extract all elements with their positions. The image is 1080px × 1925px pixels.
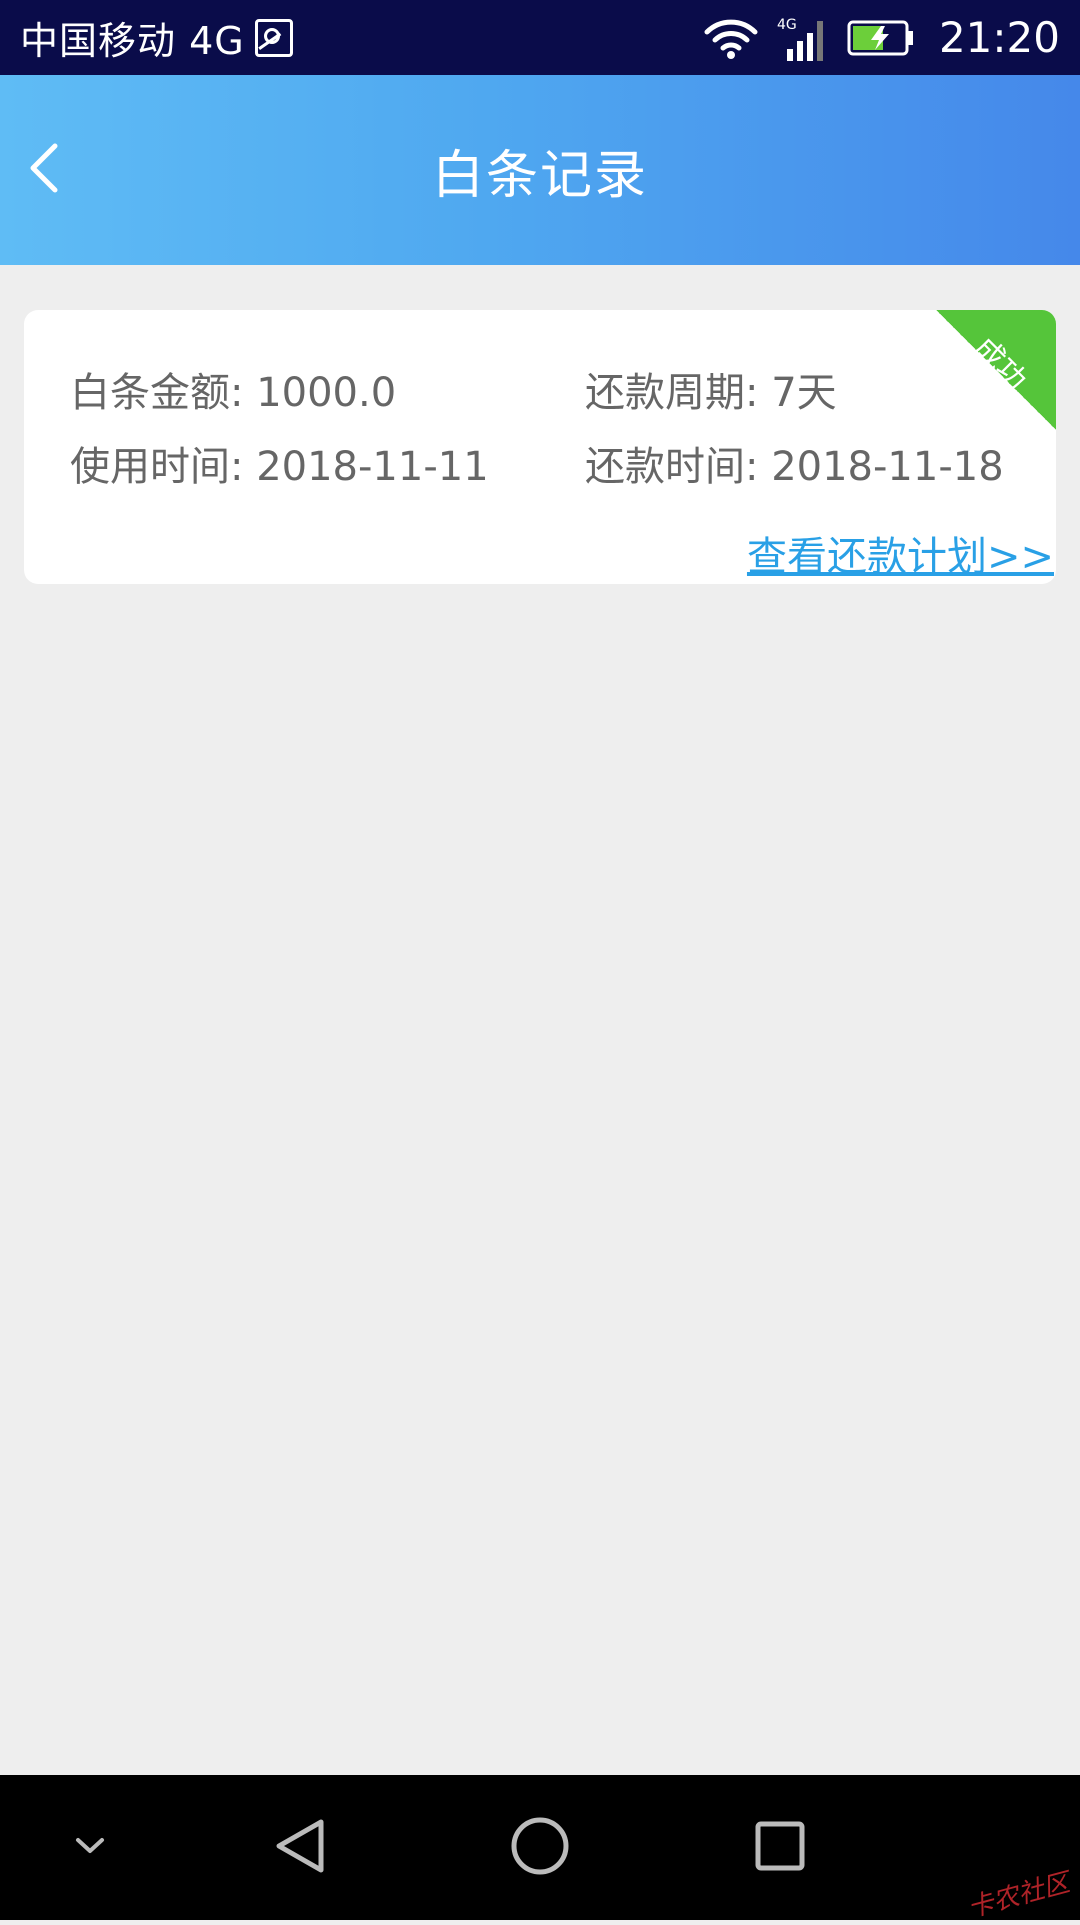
status-left: 中国移动 4G — [20, 10, 293, 65]
use-time-text: 使用时间: 2018-11-11 — [70, 444, 489, 490]
nav-recents-button[interactable] — [754, 1820, 806, 1876]
battery-icon — [847, 20, 915, 56]
record-card: 成功 白条金额: 1000.0 还款周期: 7天 使用时间: 2018-11-1… — [24, 310, 1056, 584]
nav-home-button[interactable] — [510, 1816, 570, 1880]
collapse-icon — [74, 1836, 106, 1860]
period-text: 还款周期: 7天 — [585, 370, 837, 416]
carrier-label: 中国移动 4G — [20, 19, 245, 63]
record-info: 白条金额: 1000.0 还款周期: 7天 使用时间: 2018-11-11 还… — [70, 352, 1010, 500]
app-header: 白条记录 — [0, 75, 1080, 265]
recents-square-icon — [754, 1820, 806, 1876]
amount-text: 白条金额: 1000.0 — [70, 370, 397, 416]
gallery-icon — [254, 18, 293, 57]
status-bar: 中国移动 4G 4G 21:20 — [0, 0, 1080, 75]
collapse-button[interactable] — [74, 1836, 106, 1860]
watermark: 卡农社区 — [964, 1867, 1073, 1924]
repay-time-text: 还款时间: 2018-11-18 — [585, 444, 1004, 490]
back-button[interactable] — [10, 135, 80, 205]
back-triangle-icon — [273, 1816, 327, 1880]
info-row: 白条金额: 1000.0 还款周期: 7天 — [70, 352, 1010, 426]
wifi-icon — [703, 16, 759, 60]
nav-back-button[interactable] — [273, 1816, 327, 1880]
navigation-bar: 卡农社区 — [0, 1775, 1080, 1924]
view-repayment-plan-link[interactable]: 查看还款计划>> — [747, 524, 1054, 582]
chevron-left-icon — [25, 140, 65, 200]
clock: 21:20 — [938, 13, 1060, 62]
network-type-label: 4G — [777, 17, 797, 33]
page-title: 白条记录 — [431, 145, 648, 206]
info-row: 使用时间: 2018-11-11 还款时间: 2018-11-18 — [70, 426, 1010, 500]
signal-icon: 4G — [777, 15, 829, 61]
home-circle-icon — [510, 1816, 570, 1880]
status-right: 4G 21:20 — [703, 13, 1060, 62]
